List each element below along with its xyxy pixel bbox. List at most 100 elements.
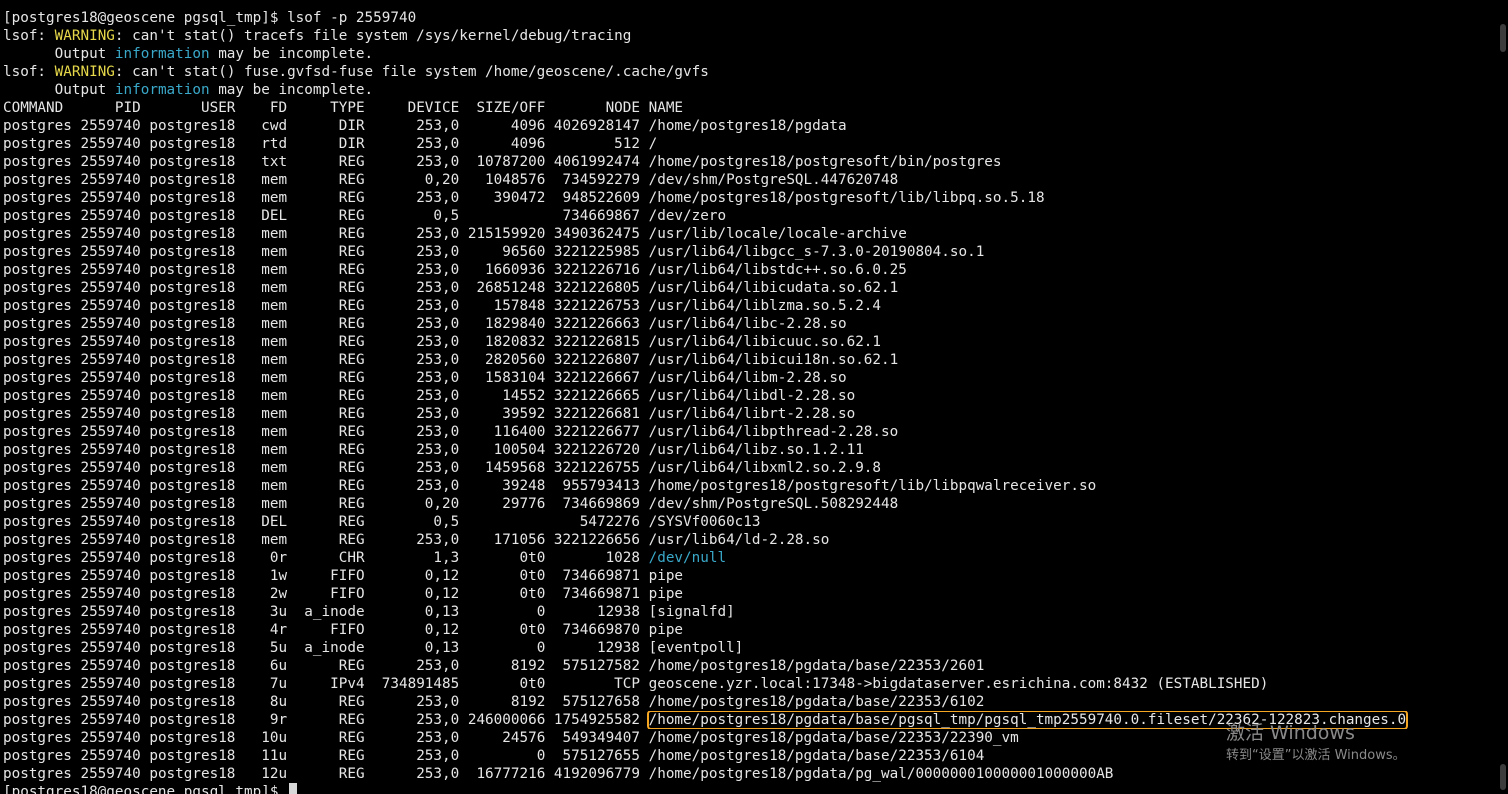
cell-device: 253,0 (364, 748, 460, 764)
warning-keyword: WARNING (54, 28, 115, 44)
cell-node: 12938 (545, 640, 640, 656)
cell-fd: rtd (235, 136, 288, 152)
scrollbar[interactable] (1498, 0, 1508, 794)
cell-pid: 2559740 (80, 514, 141, 530)
cell-fd: mem (235, 478, 288, 494)
cell-command: postgres (3, 694, 81, 710)
cell-type: REG (287, 766, 365, 782)
cell-type: REG (287, 190, 365, 206)
table-row: postgres 2559740 postgres18 12u REG 253,… (3, 765, 1508, 783)
cell-pid: 2559740 (80, 208, 141, 224)
cell-type: REG (287, 658, 365, 674)
table-row: postgres 2559740 postgres18 mem REG 253,… (3, 531, 1508, 549)
cell-name: /home/postgres18/postgresoft/lib/libpqwa… (648, 478, 1097, 494)
scrollbar-thumb-lower[interactable] (1500, 764, 1506, 790)
cell-fd: mem (235, 244, 288, 260)
cell-node: 3221226807 (545, 352, 640, 368)
cell-command: postgres (3, 460, 81, 476)
cell-pid: 2559740 (80, 172, 141, 188)
header-device: DEVICE (364, 100, 460, 116)
cell-pid: 2559740 (80, 136, 141, 152)
cell-type: REG (287, 460, 365, 476)
cell-device: 253,0 (364, 352, 460, 368)
cell-fd: 1w (235, 568, 288, 584)
note-before: Output (3, 46, 115, 62)
cell-device: 253,0 (364, 370, 460, 386)
cell-node: TCP (545, 676, 640, 692)
cell-type: REG (287, 532, 365, 548)
cell-node: 575127655 (545, 748, 640, 764)
cell-user: postgres18 (140, 370, 236, 386)
cell-node: 1754925582 (545, 712, 640, 728)
cell-command: postgres (3, 406, 81, 422)
cell-command: postgres (3, 478, 81, 494)
cell-fd: 11u (235, 748, 288, 764)
table-row: postgres 2559740 postgres18 mem REG 253,… (3, 297, 1508, 315)
cell-user: postgres18 (140, 388, 236, 404)
terminal-output: [postgres18@geoscene pgsql_tmp]$ lsof -p… (3, 0, 1508, 794)
cell-user: postgres18 (140, 550, 236, 566)
terminal-window[interactable]: [postgres18@geoscene pgsql_tmp]$ lsof -p… (0, 0, 1508, 794)
cell-type: REG (287, 478, 365, 494)
cell-fd: mem (235, 190, 288, 206)
cell-type: FIFO (287, 622, 365, 638)
cell-name: /home/postgres18/pgdata (648, 118, 847, 134)
cell-pid: 2559740 (80, 352, 141, 368)
note-before: Output (3, 82, 115, 98)
cell-pid: 2559740 (80, 262, 141, 278)
cell-name: /home/postgres18/pgdata/base/22353/22390… (648, 730, 1019, 746)
cell-size-off: 0 (459, 640, 546, 656)
cell-type: REG (287, 496, 365, 512)
cell-command: postgres (3, 388, 81, 404)
highlighted-file-path: /home/postgres18/pgdata/base/pgsql_tmp/p… (646, 711, 1409, 729)
cell-size-off: 0 (459, 604, 546, 620)
cell-pid: 2559740 (80, 586, 141, 602)
cell-fd: DEL (235, 514, 288, 530)
cell-name: / (648, 136, 658, 152)
cell-command: postgres (3, 262, 81, 278)
cell-user: postgres18 (140, 298, 236, 314)
table-row: postgres 2559740 postgres18 10u REG 253,… (3, 729, 1508, 747)
table-row: postgres 2559740 postgres18 6u REG 253,0… (3, 657, 1508, 675)
cell-device: 0,12 (364, 622, 460, 638)
cell-node: 4192096779 (545, 766, 640, 782)
cell-name: /home/postgres18/postgresoft/lib/libpq.s… (648, 190, 1045, 206)
cell-type: FIFO (287, 586, 365, 602)
table-row: postgres 2559740 postgres18 DEL REG 0,5 … (3, 513, 1508, 531)
cell-type: REG (287, 388, 365, 404)
final-prompt-line[interactable]: [postgres18@geoscene pgsql_tmp]$ (3, 783, 1508, 794)
cell-pid: 2559740 (80, 730, 141, 746)
cell-node: 1028 (545, 550, 640, 566)
cell-pid: 2559740 (80, 370, 141, 386)
cell-node: 734669871 (545, 586, 640, 602)
cell-pid: 2559740 (80, 460, 141, 476)
cell-name: /usr/lib64/liblzma.so.5.2.4 (648, 298, 882, 314)
table-row: postgres 2559740 postgres18 mem REG 253,… (3, 243, 1508, 261)
cell-node: 3221226805 (545, 280, 640, 296)
cell-type: DIR (287, 118, 365, 134)
cell-pid: 2559740 (80, 550, 141, 566)
cell-size-off: 8192 (459, 694, 546, 710)
cell-type: REG (287, 226, 365, 242)
cell-user: postgres18 (140, 514, 236, 530)
cell-type: REG (287, 172, 365, 188)
scrollbar-thumb[interactable] (1500, 24, 1506, 52)
cell-type: REG (287, 352, 365, 368)
table-row: postgres 2559740 postgres18 rtd DIR 253,… (3, 135, 1508, 153)
cell-command: postgres (3, 550, 81, 566)
cell-command: postgres (3, 226, 81, 242)
note-keyword: information (114, 82, 210, 98)
note-after: may be incomplete. (209, 82, 374, 98)
cell-fd: 7u (235, 676, 288, 692)
cell-node: 3221226677 (545, 424, 640, 440)
scrolled-partial-line (3, 0, 1508, 9)
cell-user: postgres18 (140, 712, 236, 728)
table-row: postgres 2559740 postgres18 mem REG 253,… (3, 459, 1508, 477)
warning-prefix: lsof: (3, 64, 55, 80)
cell-device: 253,0 (364, 262, 460, 278)
table-row: postgres 2559740 postgres18 8u REG 253,0… (3, 693, 1508, 711)
cell-command: postgres (3, 658, 81, 674)
cell-type: REG (287, 712, 365, 728)
cell-name: /usr/lib64/libpthread-2.28.so (648, 424, 899, 440)
table-row: postgres 2559740 postgres18 5u a_inode 0… (3, 639, 1508, 657)
